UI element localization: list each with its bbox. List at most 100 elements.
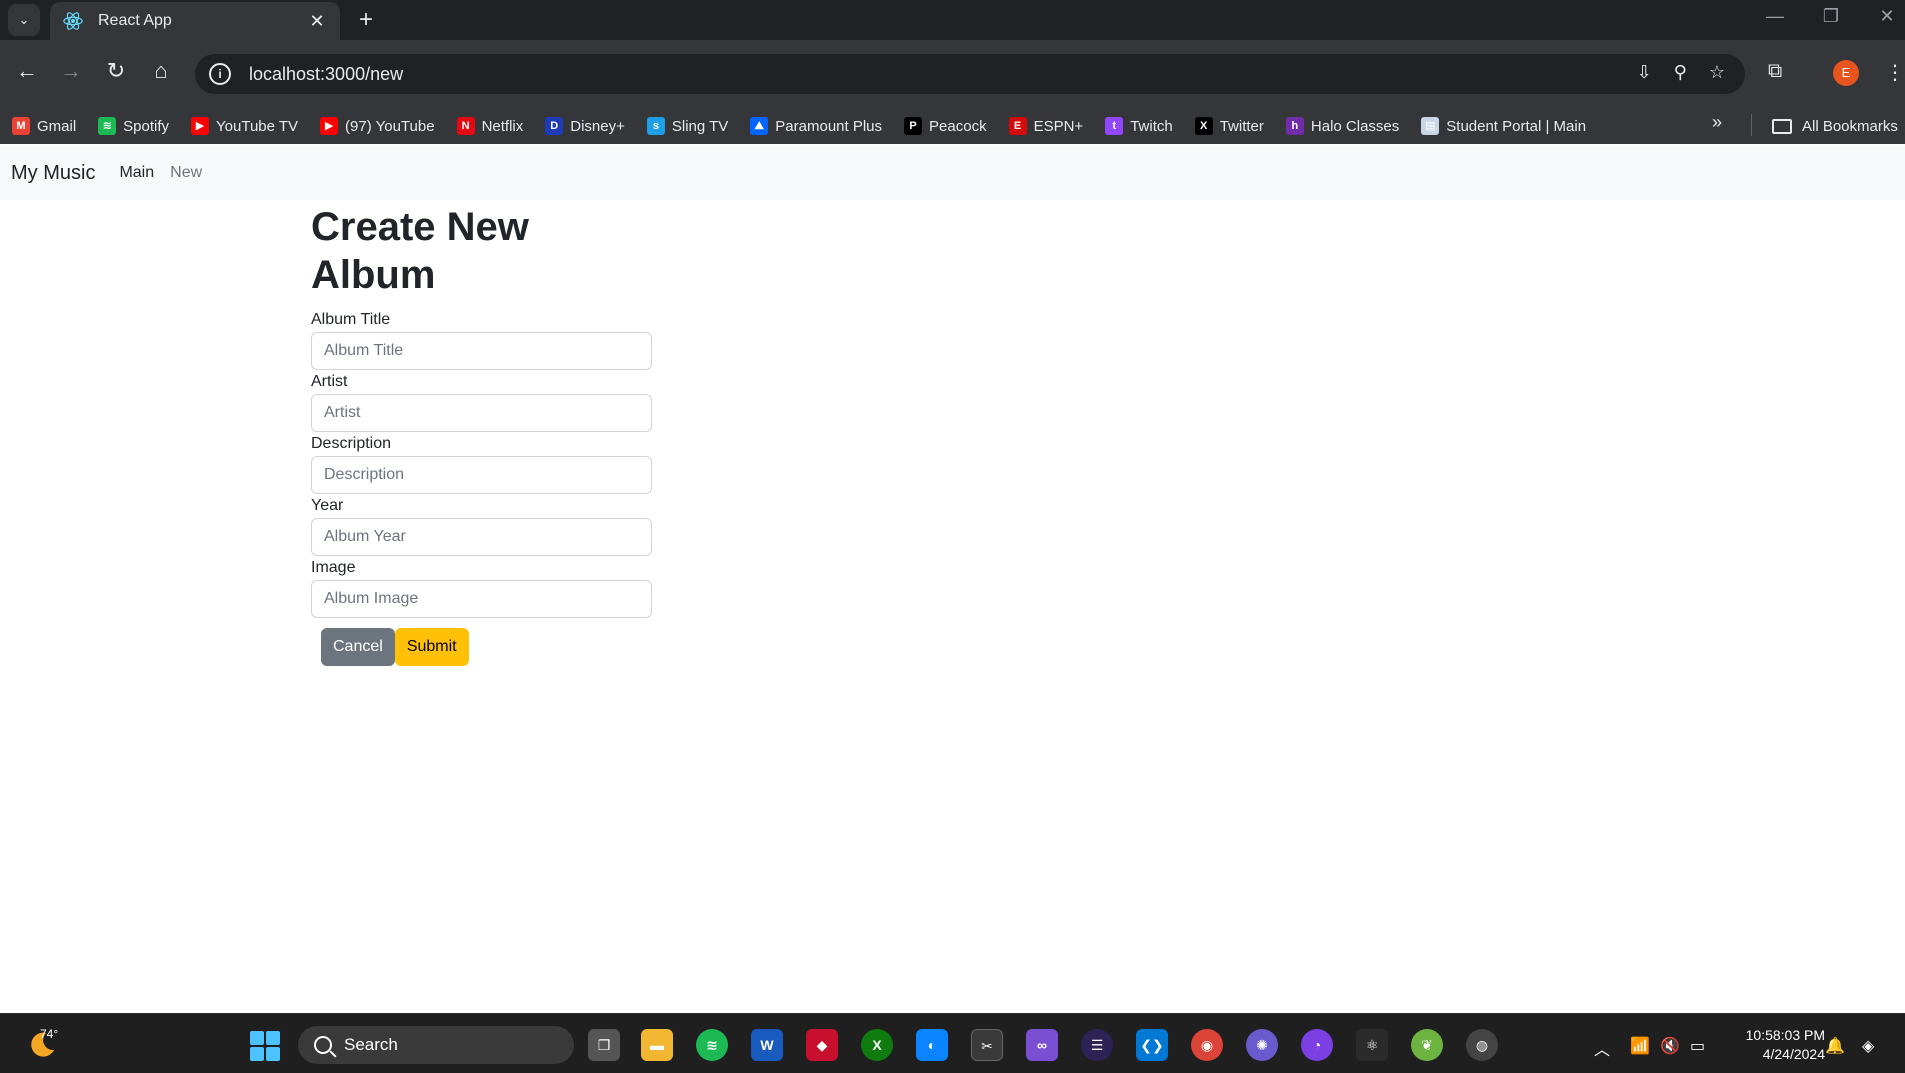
description-input[interactable] [311,456,652,494]
restore-icon[interactable]: ❐ [1816,6,1846,27]
description-field: Description [311,434,653,494]
nav-link-main[interactable]: Main [119,164,154,182]
tab-search-chevron-icon[interactable]: ⌄ [8,4,40,36]
tab-title: React App [98,12,172,29]
year-input[interactable] [311,518,652,556]
form-container: Create New Album Album Title Artist Desc… [311,203,653,666]
bookmark-label: Twitch [1130,117,1173,135]
bookmark-label: Sling TV [671,117,729,135]
visual-studio-icon[interactable]: ∞ [1026,1029,1058,1061]
task-view-icon[interactable]: ❐ [588,1029,620,1061]
windows-start-icon[interactable] [250,1031,280,1061]
extensions-puzzle-icon[interactable]: ⧉ [1768,60,1782,83]
artist-field: Artist [311,372,653,432]
bookmark-item[interactable]: ▤ Student Portal | Main [1421,117,1586,135]
wifi-icon[interactable]: 📶 [1630,1036,1650,1056]
home-icon[interactable]: ⌂ [144,54,178,88]
bookmark-item[interactable]: X Twitter [1194,117,1264,135]
back-arrow-icon[interactable]: ← [10,54,44,88]
settings-gear-app-icon[interactable]: ✺ [1246,1029,1278,1061]
notification-bell-icon[interactable]: 🔔 [1825,1036,1845,1056]
bookmark-star-icon[interactable]: ☆ [1709,62,1725,83]
tab-close-icon[interactable]: ✕ [306,11,328,32]
bookmark-item[interactable]: M Gmail [12,117,76,135]
all-bookmarks-label: All Bookmarks [1802,117,1898,135]
vscode-app-icon[interactable]: ❮❯ [1136,1029,1168,1061]
all-bookmarks-button[interactable]: All Bookmarks [1772,108,1898,144]
zoom-icon[interactable]: ⚲ [1674,62,1687,83]
site-info-icon[interactable]: i [209,63,231,85]
bookmark-item[interactable]: D Disney+ [545,117,625,135]
bookmark-favicon-icon: s [646,117,665,135]
bookmark-label: ESPN+ [1033,117,1084,135]
react-native-app-icon[interactable]: ⚛ [1356,1029,1388,1061]
bookmark-label: Student Portal | Main [1446,117,1587,135]
bookmark-item[interactable]: P Peacock [904,117,987,135]
bookmark-label: Twitter [1219,117,1264,135]
defender-shield-icon[interactable]: ◐ [916,1029,948,1061]
bookmark-label: Spotify [123,117,170,135]
reload-icon[interactable]: ↻ [99,54,133,88]
volume-muted-icon[interactable]: 🔇 [1660,1036,1680,1056]
bookmark-item[interactable]: ≋ Spotify [98,117,169,135]
cancel-button[interactable]: Cancel [321,628,395,666]
navbar-brand[interactable]: My Music [11,162,95,185]
profile-avatar[interactable]: E [1833,60,1859,86]
tray-chevron-up-icon[interactable]: ︿ [1594,1036,1610,1060]
bookmark-label: Paramount Plus [775,117,883,135]
address-url: localhost:3000/new [249,63,404,84]
snipping-tool-icon[interactable]: ✂ [971,1029,1003,1061]
address-bar[interactable]: i localhost:3000/new ⇩ ⚲ ☆ [195,54,1745,94]
file-explorer-icon[interactable]: ▬ [641,1029,673,1061]
copilot-icon[interactable]: ◈ [1862,1036,1874,1056]
taskbar-clock[interactable]: 10:58:03 PM 4/24/2024 [1715,1026,1825,1064]
spotify-app-icon[interactable]: ≋ [696,1029,728,1061]
windows-taskbar: 74° Search ❐ ▬ ≋ W ◆ X ◐ ✂ ∞ ☰ ❮❯ ◉ ✺ ◔ … [0,1013,1905,1073]
nav-link-new[interactable]: New [170,164,202,182]
bookmark-label: (97) YouTube [345,117,435,135]
spring-leaf-icon[interactable]: ❦ [1411,1029,1443,1061]
bookmark-favicon-icon: ▶ [320,117,339,135]
search-icon [314,1036,332,1054]
battery-icon[interactable]: ▭ [1690,1036,1705,1056]
word-app-icon[interactable]: W [751,1029,783,1061]
bookmark-item[interactable]: E ESPN+ [1008,117,1084,135]
folder-icon [1772,118,1792,134]
docker-app-icon[interactable]: ◍ [1466,1029,1498,1061]
submit-button[interactable]: Submit [394,628,469,666]
bookmark-item[interactable]: N Netflix [456,117,524,135]
game-app-icon[interactable]: ◆ [806,1029,838,1061]
bookmarks-divider [1751,114,1752,136]
bookmark-favicon-icon: D [545,117,564,135]
install-app-icon[interactable]: ⇩ [1637,62,1652,83]
taskbar-search-box[interactable]: Search [298,1026,574,1064]
xbox-app-icon[interactable]: X [861,1029,893,1061]
bookmark-item[interactable]: s Sling TV [646,117,729,135]
year-label: Year [311,497,344,514]
browser-tab-active[interactable]: React App ✕ [50,2,340,40]
bookmark-item[interactable]: ⛰ Paramount Plus [750,117,882,135]
github-desktop-icon[interactable]: ◔ [1301,1029,1333,1061]
forward-arrow-icon[interactable]: → [54,54,88,88]
minimize-icon[interactable]: — [1760,6,1790,27]
browser-toolbar: ← → ↻ ⌂ i localhost:3000/new ⇩ ⚲ ☆ ⧉ ⋮ [0,40,1905,108]
bookmark-item[interactable]: ▶ (97) YouTube [320,117,435,135]
bookmark-label: Peacock [929,117,987,135]
bookmark-item[interactable]: h Halo Classes [1285,117,1399,135]
image-input[interactable] [311,580,652,618]
eclipse-app-icon[interactable]: ☰ [1081,1029,1113,1061]
bookmark-item[interactable]: ▶ YouTube TV [191,117,298,135]
menu-kebab-icon[interactable]: ⋮ [1885,60,1905,85]
bookmark-label: Netflix [481,117,524,135]
album-title-input[interactable] [311,332,652,370]
new-tab-plus-icon[interactable]: + [352,6,380,34]
chrome-app-icon[interactable]: ◉ [1191,1029,1223,1061]
album-title-label: Album Title [311,311,391,328]
bookmark-item[interactable]: t Twitch [1105,117,1173,135]
artist-input[interactable] [311,394,652,432]
bookmark-favicon-icon: ▤ [1421,117,1440,135]
bookmarks-overflow-icon[interactable]: » [1712,112,1722,133]
form-actions: Cancel Submit [321,628,653,666]
window-close-icon[interactable]: ✕ [1872,6,1902,27]
bookmark-favicon-icon: P [904,117,923,135]
